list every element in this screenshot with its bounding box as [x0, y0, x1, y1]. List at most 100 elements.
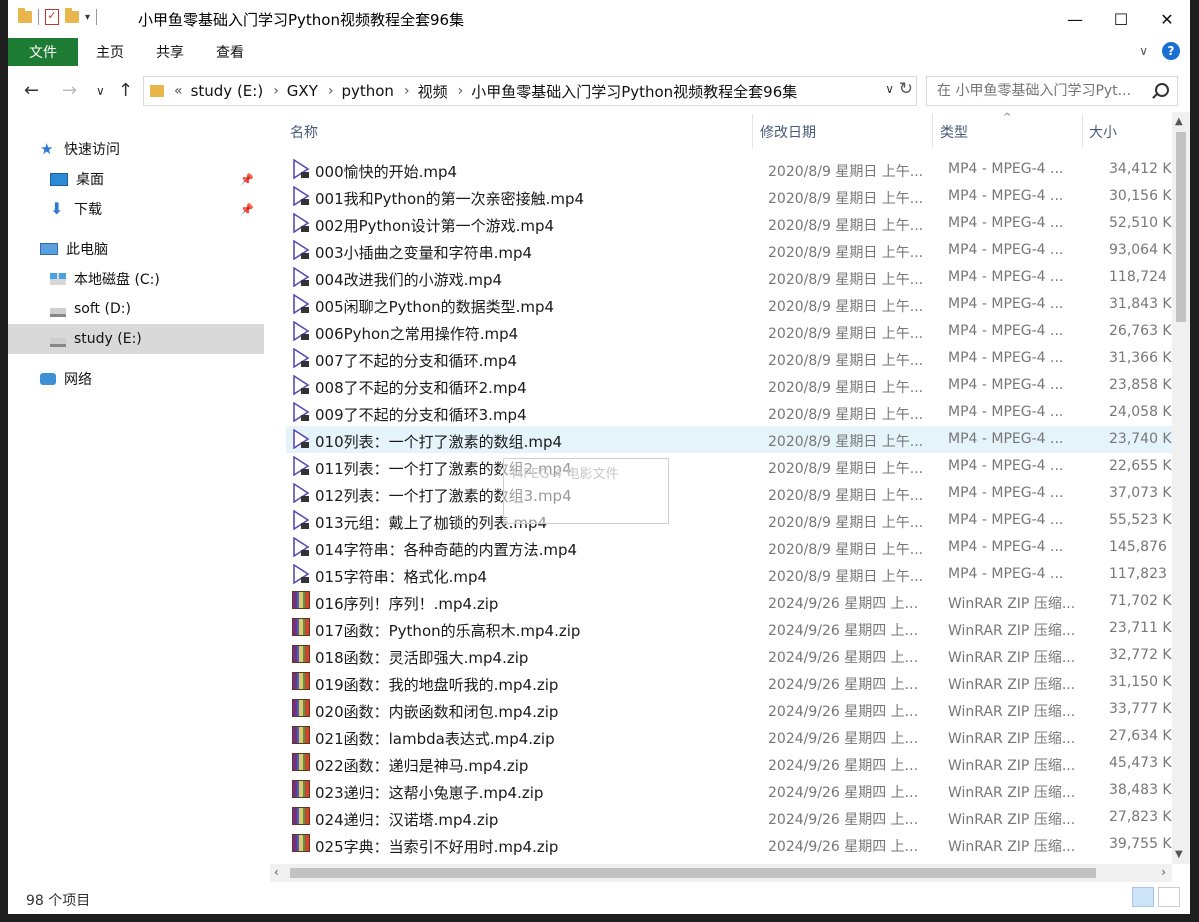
column-header-name[interactable]: 名称: [290, 122, 318, 142]
pin-icon[interactable]: 📌: [240, 203, 254, 216]
winrar-archive-icon: [292, 780, 310, 798]
help-icon[interactable]: ?: [1162, 42, 1180, 60]
file-row[interactable]: 004改进我们的小游戏.mp4 2020/8/9 星期日 上午... MP4 - M…: [286, 264, 1190, 291]
back-button[interactable]: ←: [24, 80, 39, 101]
customize-toolbar-icon[interactable]: ▾: [85, 12, 90, 23]
address-bar[interactable]: « study (E:) › GXY › python › 视频 › 小甲鱼零基…: [143, 76, 917, 106]
file-row[interactable]: 025字典：当索引不好用时.mp4.zip 2024/9/26 星期四 上... W…: [286, 831, 1190, 858]
breadcrumb-item[interactable]: 视频: [418, 81, 448, 102]
file-type: MP4 - MPEG-4 ...: [948, 377, 1064, 393]
scroll-up-icon[interactable]: ▲: [1175, 116, 1183, 127]
file-row[interactable]: 023递归：这帮小兔崽子.mp4.zip 2024/9/26 星期四 上... Wi…: [286, 777, 1190, 804]
file-row[interactable]: 021函数：lambda表达式.mp4.zip 2024/9/26 星期四 上..…: [286, 723, 1190, 750]
file-row[interactable]: 008了不起的分支和循环2.mp4 2020/8/9 星期日 上午... MP4 -…: [286, 372, 1190, 399]
file-row[interactable]: 010列表：一个打了激素的数组.mp4 2020/8/9 星期日 上午... MP4…: [286, 426, 1190, 453]
file-row[interactable]: 013元组：戴上了枷锁的列表.mp4 2020/8/9 星期日 上午... MP4 …: [286, 507, 1190, 534]
breadcrumb-separator[interactable]: ›: [458, 83, 464, 99]
nav-item-this-pc[interactable]: 此电脑: [8, 234, 264, 264]
video-file-icon: [292, 320, 310, 342]
nav-item-quick-access[interactable]: ★ 快速访问: [8, 134, 264, 164]
file-row[interactable]: 001我和Python的第一次亲密接触.mp4 2020/8/9 星期日 上午..…: [286, 183, 1190, 210]
file-row[interactable]: 019函数：我的地盘听我的.mp4.zip 2024/9/26 星期四 上... W…: [286, 669, 1190, 696]
breadcrumb-separator[interactable]: ›: [328, 83, 334, 99]
breadcrumb-overflow[interactable]: «: [174, 83, 183, 99]
tab-home[interactable]: 主页: [80, 38, 140, 68]
breadcrumb-item[interactable]: GXY: [287, 82, 318, 100]
file-name: 025字典：当索引不好用时.mp4.zip: [315, 838, 559, 856]
column-header-size[interactable]: 大小: [1089, 122, 1117, 142]
video-file-icon: [292, 563, 310, 585]
recent-locations-button[interactable]: ∨: [96, 84, 105, 98]
scrollbar-thumb[interactable]: [290, 868, 1096, 878]
file-type: MP4 - MPEG-4 ...: [948, 323, 1064, 339]
file-row[interactable]: 003小插曲之变量和字符串.mp4 2020/8/9 星期日 上午... MP4 -…: [286, 237, 1190, 264]
search-box[interactable]: [926, 76, 1178, 106]
scrollbar-thumb[interactable]: [1176, 132, 1186, 322]
file-date: 2024/9/26 星期四 上...: [768, 731, 919, 747]
search-input[interactable]: [935, 82, 1149, 100]
search-icon[interactable]: [1155, 83, 1169, 97]
maximize-button[interactable]: ☐: [1098, 0, 1144, 38]
file-date: 2020/8/9 星期日 上午...: [768, 569, 924, 585]
column-header-date[interactable]: 修改日期: [760, 122, 816, 142]
minimize-button[interactable]: —: [1052, 0, 1098, 38]
sort-ascending-icon: ^: [1003, 112, 1012, 123]
file-row[interactable]: 016序列！序列！.mp4.zip 2024/9/26 星期四 上... WinRA…: [286, 588, 1190, 615]
expand-ribbon-icon[interactable]: ∨: [1139, 44, 1148, 58]
file-type: MP4 - MPEG-4 ...: [948, 404, 1064, 420]
file-row[interactable]: 012列表：一个打了激素的数组3.mp4 2020/8/9 星期日 上午... MP…: [286, 480, 1190, 507]
forward-button[interactable]: →: [62, 80, 77, 101]
nav-item-network[interactable]: 网络: [8, 364, 264, 394]
winrar-archive-icon: [292, 753, 310, 771]
horizontal-scrollbar[interactable]: ‹ ›: [270, 864, 1172, 882]
file-name: 018函数：灵活即强大.mp4.zip: [315, 649, 529, 667]
file-name: 003小插曲之变量和字符串.mp4: [315, 244, 533, 262]
column-header-type[interactable]: 类型: [940, 122, 968, 142]
tab-share[interactable]: 共享: [140, 38, 200, 68]
breadcrumb-separator[interactable]: ›: [404, 83, 410, 99]
file-date: 2020/8/9 星期日 上午...: [768, 488, 924, 504]
breadcrumb-current[interactable]: 小甲鱼零基础入门学习Python视频教程全套96集: [471, 81, 797, 102]
new-folder-icon[interactable]: [65, 8, 79, 23]
file-row[interactable]: 007了不起的分支和循环.mp4 2020/8/9 星期日 上午... MP4 - …: [286, 345, 1190, 372]
file-row[interactable]: 002用Python设计第一个游戏.mp4 2020/8/9 星期日 上午... M…: [286, 210, 1190, 237]
file-row[interactable]: 022函数：递归是神马.mp4.zip 2024/9/26 星期四 上... Win…: [286, 750, 1190, 777]
file-row[interactable]: 014字符串：各种奇葩的内置方法.mp4 2020/8/9 星期日 上午... MP…: [286, 534, 1190, 561]
file-row[interactable]: 024递归：汉诺塔.mp4.zip 2024/9/26 星期四 上... WinRA…: [286, 804, 1190, 831]
nav-item-downloads[interactable]: ⬇ 下载 📌: [8, 194, 264, 224]
breadcrumb-item[interactable]: study (E:): [191, 82, 264, 100]
breadcrumb-item[interactable]: python: [341, 82, 393, 100]
file-row[interactable]: 015字符串：格式化.mp4 2020/8/9 星期日 上午... MP4 - MP…: [286, 561, 1190, 588]
file-row[interactable]: 000愉快的开始.mp4 2020/8/9 星期日 上午... MP4 - MPEG…: [286, 156, 1190, 183]
file-row[interactable]: 018函数：灵活即强大.mp4.zip 2024/9/26 星期四 上... Win…: [286, 642, 1190, 669]
nav-item-drive-e[interactable]: study (E:): [8, 324, 264, 354]
file-row[interactable]: 006Pyhon之常用操作符.mp4 2020/8/9 星期日 上午... MP4 …: [286, 318, 1190, 345]
vertical-scrollbar[interactable]: ▲ ▼: [1172, 112, 1190, 864]
large-icons-view-icon[interactable]: [1158, 887, 1180, 907]
tab-file[interactable]: 文件: [8, 38, 78, 66]
scroll-left-icon[interactable]: ‹: [274, 865, 279, 879]
divider: [38, 9, 39, 25]
nav-item-drive-c[interactable]: 本地磁盘 (C:): [8, 264, 264, 294]
scroll-right-icon[interactable]: ›: [1161, 865, 1166, 879]
column-divider[interactable]: [932, 114, 933, 148]
column-divider[interactable]: [1082, 114, 1083, 148]
address-dropdown-icon[interactable]: ∨: [885, 82, 894, 96]
file-row[interactable]: 009了不起的分支和循环3.mp4 2020/8/9 星期日 上午... MP4 -…: [286, 399, 1190, 426]
up-button[interactable]: ↑: [118, 80, 133, 101]
file-row[interactable]: 020函数：内嵌函数和闭包.mp4.zip 2024/9/26 星期四 上... W…: [286, 696, 1190, 723]
details-view-icon[interactable]: [1132, 887, 1154, 907]
nav-item-drive-d[interactable]: soft (D:): [8, 294, 264, 324]
properties-icon[interactable]: ✓: [45, 9, 59, 25]
file-row[interactable]: 017函数：Python的乐高积木.mp4.zip 2024/9/26 星期四 上…: [286, 615, 1190, 642]
column-divider[interactable]: [752, 114, 753, 148]
nav-item-desktop[interactable]: 桌面 📌: [8, 164, 264, 194]
file-row[interactable]: 011列表：一个打了激素的数组2.mp4 2020/8/9 星期日 上午... MP…: [286, 453, 1190, 480]
refresh-icon[interactable]: ↻: [899, 79, 913, 99]
scroll-down-icon[interactable]: ▼: [1175, 849, 1183, 860]
file-row[interactable]: 005闲聊之Python的数据类型.mp4 2020/8/9 星期日 上午... M…: [286, 291, 1190, 318]
tab-view[interactable]: 查看: [200, 38, 260, 68]
close-button[interactable]: ✕: [1144, 0, 1190, 38]
pin-icon[interactable]: 📌: [240, 173, 254, 186]
breadcrumb-separator[interactable]: ›: [273, 83, 279, 99]
